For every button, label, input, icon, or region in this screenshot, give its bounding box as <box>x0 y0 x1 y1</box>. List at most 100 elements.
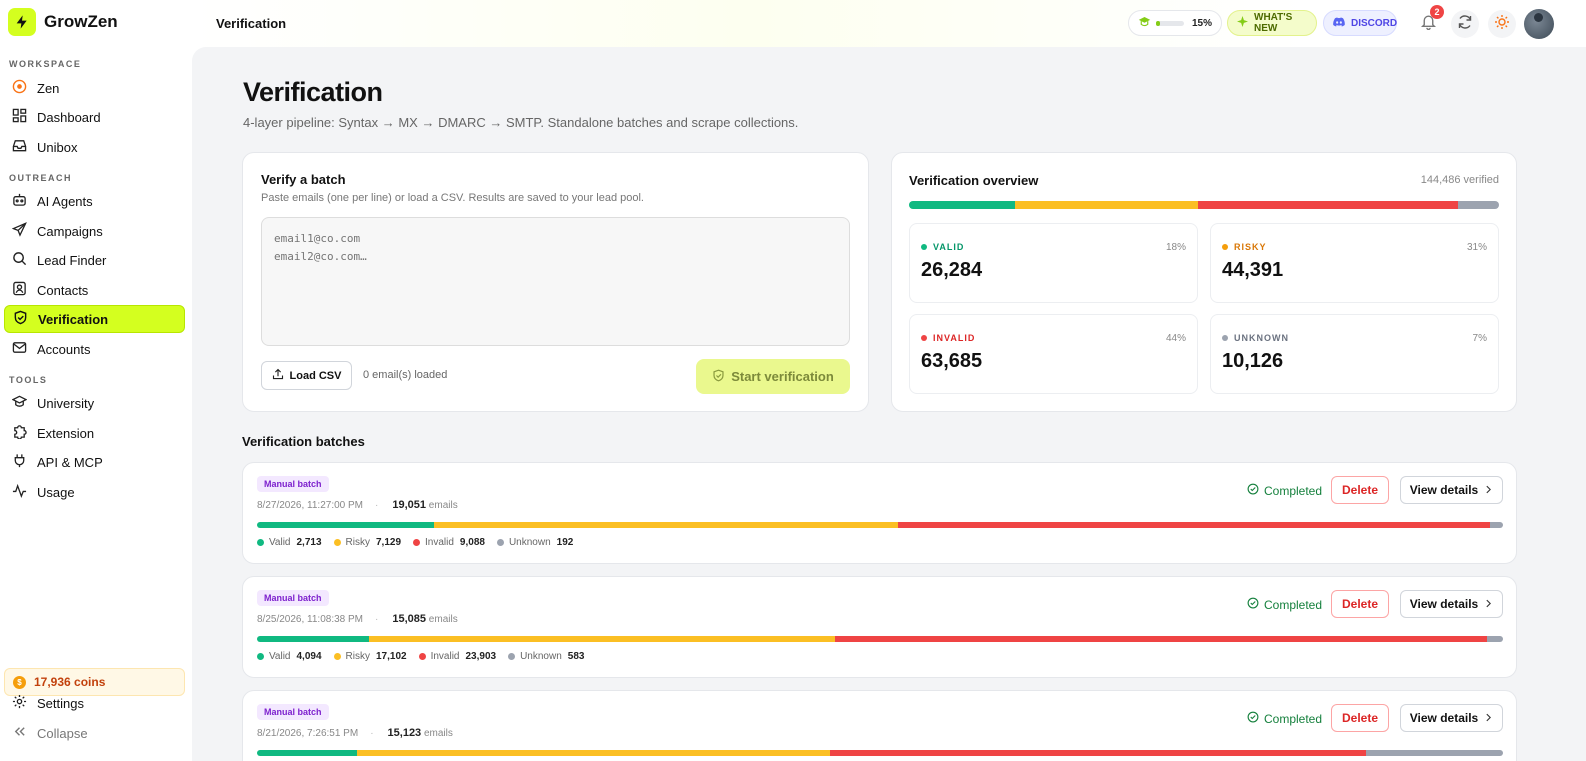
sidebar-settings[interactable]: Settings <box>4 689 185 717</box>
view-details-label: View details <box>1409 597 1479 611</box>
start-verification-button[interactable]: Start verification <box>696 359 850 394</box>
send-icon <box>11 222 37 240</box>
section-tools: TOOLS <box>9 375 48 385</box>
batch-date: 8/21/2026, 7:26:51 PM <box>257 728 359 739</box>
stat-percent: 18% <box>1165 242 1186 253</box>
delete-button[interactable]: Delete <box>1331 476 1389 504</box>
bot-icon <box>12 192 37 210</box>
discord-button[interactable]: DISCORD <box>1323 10 1397 36</box>
sidebar-item-ai-agents[interactable]: AI Agents <box>4 187 185 215</box>
legend-risky-value: 7,129 <box>375 537 402 548</box>
sidebar-item-campaigns[interactable]: Campaigns <box>4 217 185 245</box>
activity-icon <box>12 483 37 501</box>
avatar[interactable] <box>1524 9 1554 39</box>
stat-value: 26,284 <box>921 259 983 281</box>
logo[interactable]: GrowZen <box>8 8 118 36</box>
email-textarea[interactable] <box>261 217 850 346</box>
overview-title: Verification overview <box>909 173 1039 188</box>
sidebar-item-lead-finder[interactable]: Lead Finder <box>4 246 185 274</box>
bar-valid <box>257 522 434 528</box>
batch-meta: 8/21/2026, 7:26:51 PM · 15,123 emails <box>257 727 453 739</box>
sparkle-icon <box>1237 16 1248 30</box>
zen-icon <box>12 79 37 97</box>
sidebar-item-zen[interactable]: Zen <box>4 74 185 102</box>
refresh-icon <box>1457 14 1473 35</box>
view-details-label: View details <box>1409 711 1479 725</box>
stat-value: 63,685 <box>921 350 983 372</box>
delete-button[interactable]: Delete <box>1331 704 1389 732</box>
invalid-dot-icon <box>418 653 426 660</box>
progress-fill <box>1156 20 1161 26</box>
overview-distribution-bar <box>909 201 1499 209</box>
sidebar-item-label: Unibox <box>37 139 78 155</box>
view-details-button[interactable]: View details <box>1400 704 1503 732</box>
stat-label: UNKNOWN <box>1234 333 1289 343</box>
legend-risky-value: 17,102 <box>375 651 407 662</box>
view-details-button[interactable]: View details <box>1400 476 1503 504</box>
sidebar-item-extension[interactable]: Extension <box>4 419 185 447</box>
collapse-label: Collapse <box>37 725 88 741</box>
batch-count: 15,123 <box>387 727 422 739</box>
batch-row: Manual batch 8/25/2026, 11:08:38 PM · 15,0… <box>242 576 1517 678</box>
batch-count: 15,085 <box>392 613 427 625</box>
overview-bar-invalid <box>1198 201 1458 209</box>
stat-percent: 7% <box>1472 333 1487 344</box>
invalid-dot-icon <box>413 539 421 546</box>
batch-emails-label: emails <box>428 614 458 625</box>
bar-unknown <box>1365 750 1503 756</box>
sidebar-item-dashboard[interactable]: Dashboard <box>4 103 185 131</box>
onboarding-progress[interactable]: 15% <box>1128 10 1222 36</box>
notifications-button[interactable]: 2 <box>1420 5 1444 34</box>
delete-button[interactable]: Delete <box>1331 590 1389 618</box>
batch-tag: Manual batch <box>257 476 329 492</box>
batch-date: 8/27/2026, 11:27:00 PM <box>257 500 364 511</box>
bar-invalid <box>835 636 1488 642</box>
refresh-button[interactable] <box>1451 10 1479 38</box>
dashboard-icon <box>12 108 37 126</box>
batches-heading: Verification batches <box>242 434 365 449</box>
sidebar-item-api-mcp[interactable]: API & MCP <box>4 448 185 476</box>
unknown-dot-icon <box>508 653 516 660</box>
legend-invalid-value: 23,903 <box>465 651 497 662</box>
main-content: Verification 4-layer pipeline: Syntax → … <box>192 47 1586 761</box>
theme-toggle[interactable] <box>1488 10 1516 38</box>
sidebar-item-verification[interactable]: Verification <box>4 305 185 333</box>
risky-dot-icon <box>333 653 341 660</box>
invalid-dot-icon <box>921 335 927 341</box>
legend-label: Valid <box>269 651 291 662</box>
legend-label: Invalid <box>430 651 460 662</box>
sidebar: GrowZen WORKSPACE Zen Dashboard Unibox O… <box>0 0 192 761</box>
stat-label: RISKY <box>1234 242 1267 252</box>
sidebar-collapse[interactable]: Collapse <box>4 719 185 747</box>
page-title: Verification <box>243 77 383 107</box>
settings-label: Settings <box>37 695 84 711</box>
batch-status: Completed <box>1247 597 1322 612</box>
bell-icon <box>1420 15 1437 34</box>
app-name: GrowZen <box>44 12 118 31</box>
bar-invalid <box>898 522 1491 528</box>
load-csv-button[interactable]: Load CSV <box>261 361 352 390</box>
verify-batch-hint: Paste emails (one per line) or load a CS… <box>261 192 644 204</box>
sidebar-item-accounts[interactable]: Accounts <box>4 335 185 363</box>
check-circle-icon <box>1247 483 1259 498</box>
whats-new-button[interactable]: WHAT'S NEW <box>1227 10 1317 36</box>
graduation-cap-icon <box>11 394 37 412</box>
batch-status: Completed <box>1247 711 1322 726</box>
inbox-icon <box>12 138 37 156</box>
sidebar-item-contacts[interactable]: Contacts <box>4 276 185 304</box>
status-label: Completed <box>1264 597 1323 612</box>
sidebar-item-label: Usage <box>37 484 75 500</box>
batch-meta: 8/25/2026, 11:08:38 PM · 15,085 emails <box>257 613 458 625</box>
coins-label: 17,936 coins <box>34 675 106 689</box>
sidebar-item-label: Extension <box>37 425 95 441</box>
stat-value: 44,391 <box>1222 259 1284 281</box>
shield-check-icon <box>13 310 38 328</box>
legend-invalid-value: 9,088 <box>459 537 485 548</box>
sidebar-item-usage[interactable]: Usage <box>4 478 185 506</box>
sidebar-item-university[interactable]: University <box>4 389 185 417</box>
sidebar-item-unibox[interactable]: Unibox <box>4 133 185 161</box>
batch-row: Manual batch 8/21/2026, 7:26:51 PM · 15,12… <box>242 690 1517 761</box>
view-details-button[interactable]: View details <box>1400 590 1503 618</box>
stat-value: 10,126 <box>1222 350 1284 372</box>
section-workspace: WORKSPACE <box>9 59 82 69</box>
